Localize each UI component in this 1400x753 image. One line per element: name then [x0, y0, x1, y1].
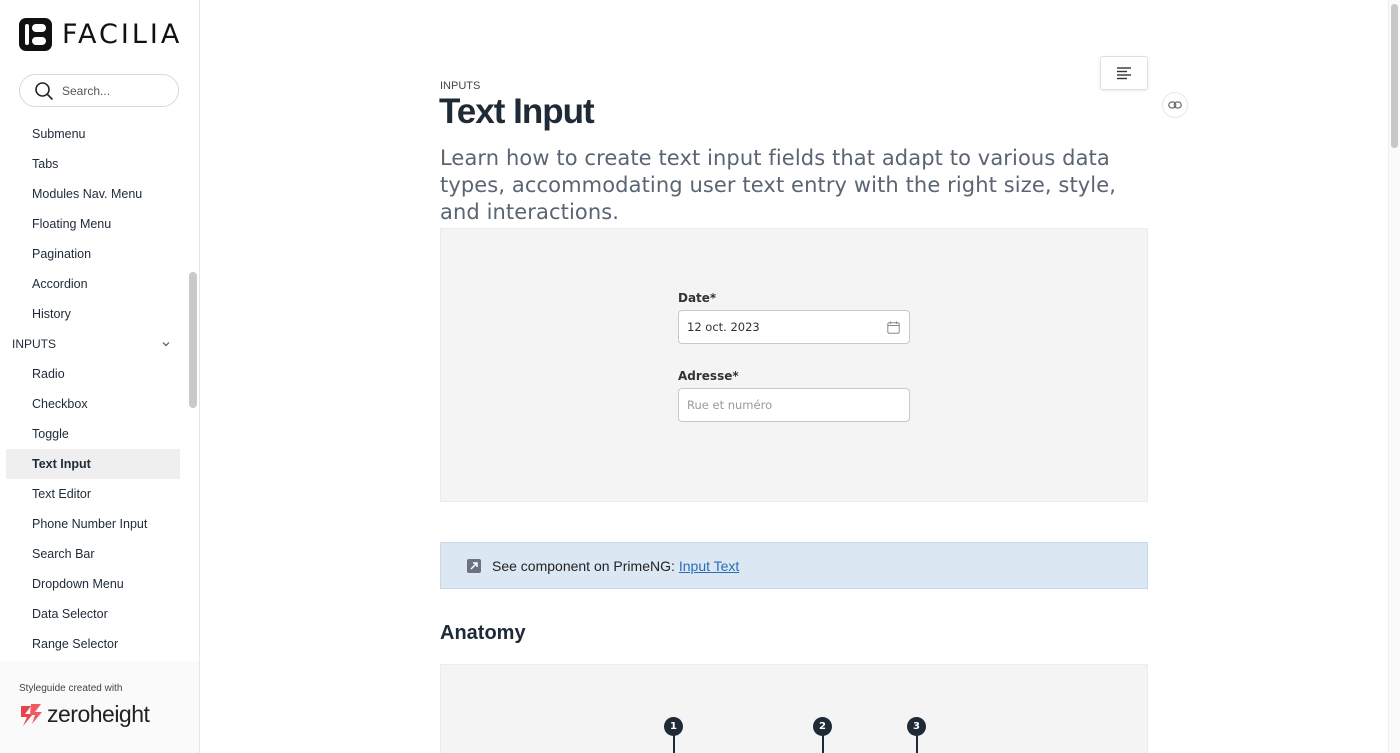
component-preview: Date* 12 oct. 2023 Adresse* Rue et numér… — [440, 228, 1148, 502]
sidebar-item-floating-menu[interactable]: Floating Menu — [6, 209, 180, 239]
date-field-value: 12 oct. 2023 — [687, 320, 760, 334]
copy-link-button[interactable] — [1162, 92, 1188, 118]
sidebar-scrollbar-thumb[interactable] — [189, 272, 197, 408]
date-field[interactable]: 12 oct. 2023 — [678, 310, 910, 344]
sidebar-item-modules-nav-menu[interactable]: Modules Nav. Menu — [6, 179, 180, 209]
anatomy-marker-3: 3 — [907, 717, 926, 736]
footer-created-with: Styleguide created with — [19, 683, 123, 694]
sidebar-item-checkbox[interactable]: Checkbox — [6, 389, 180, 419]
anatomy-marker-2: 2 — [813, 717, 832, 736]
sidebar-item-history[interactable]: History — [6, 299, 180, 329]
anatomy-marker-1: 1 — [664, 717, 683, 736]
input-text-link[interactable]: Input Text — [679, 558, 739, 574]
anatomy-marker-line-1 — [673, 735, 675, 753]
search-input[interactable]: Search... — [19, 74, 179, 107]
sidebar-item-phone-number-input[interactable]: Phone Number Input — [6, 509, 180, 539]
sidebar-nav: Submenu Tabs Modules Nav. Menu Floating … — [0, 119, 187, 661]
facilia-logo-icon — [19, 18, 52, 51]
page-eyebrow: INPUTS — [440, 80, 481, 92]
main-content: INPUTS Text Input Learn how to create te… — [200, 0, 1388, 753]
page-lead: Learn how to create text input fields th… — [440, 146, 1117, 224]
sidebar-item-text-input[interactable]: Text Input — [6, 449, 180, 479]
sidebar-item-pagination[interactable]: Pagination — [6, 239, 180, 269]
anatomy-heading: Anatomy — [440, 622, 526, 644]
zeroheight-logo[interactable]: zeroheight — [19, 701, 150, 728]
table-of-contents-button[interactable] — [1100, 56, 1148, 90]
sidebar-item-tabs[interactable]: Tabs — [6, 149, 180, 179]
chevron-down-icon — [162, 342, 170, 347]
sidebar: FACILIA Search... Submenu Tabs Modules N… — [0, 0, 200, 753]
sidebar-item-submenu[interactable]: Submenu — [6, 119, 180, 149]
page-title: Text Input — [439, 92, 595, 131]
address-field-placeholder: Rue et numéro — [687, 398, 773, 412]
sidebar-section-inputs[interactable]: INPUTS — [0, 329, 187, 359]
anatomy-preview: 1 2 3 — [440, 664, 1148, 753]
search-placeholder: Search... — [62, 83, 111, 98]
anatomy-marker-line-3 — [916, 735, 918, 753]
address-field-label: Adresse* — [678, 369, 739, 383]
sidebar-item-dropdown-menu[interactable]: Dropdown Menu — [6, 569, 180, 599]
sidebar-item-text-editor[interactable]: Text Editor — [6, 479, 180, 509]
sidebar-item-range-selector[interactable]: Range Selector — [6, 629, 180, 659]
calendar-icon[interactable] — [887, 321, 900, 334]
date-field-label: Date* — [678, 291, 717, 305]
table-of-contents-icon — [1117, 67, 1131, 80]
page-scrollbar-thumb[interactable] — [1391, 4, 1398, 148]
external-link-icon — [467, 558, 481, 573]
search-icon — [35, 81, 53, 100]
zeroheight-wordmark: zeroheight — [47, 701, 150, 727]
sidebar-footer: Styleguide created with zeroheight — [0, 661, 199, 753]
primeng-callout: See component on PrimeNG: Input Text — [440, 542, 1148, 589]
zeroheight-logo-icon — [21, 703, 42, 726]
callout-text: See component on PrimeNG: — [492, 557, 675, 574]
sidebar-item-accordion[interactable]: Accordion — [6, 269, 180, 299]
brand-name: FACILIA — [62, 19, 183, 50]
sidebar-item-search-bar[interactable]: Search Bar — [6, 539, 180, 569]
anatomy-marker-line-2 — [822, 735, 824, 753]
link-icon — [1168, 101, 1182, 109]
address-field[interactable]: Rue et numéro — [678, 388, 910, 422]
sidebar-item-radio[interactable]: Radio — [6, 359, 180, 389]
sidebar-section-label: INPUTS — [12, 337, 57, 351]
sidebar-item-data-selector[interactable]: Data Selector — [6, 599, 180, 629]
brand-logo[interactable]: FACILIA — [19, 18, 182, 51]
sidebar-item-toggle[interactable]: Toggle — [6, 419, 180, 449]
